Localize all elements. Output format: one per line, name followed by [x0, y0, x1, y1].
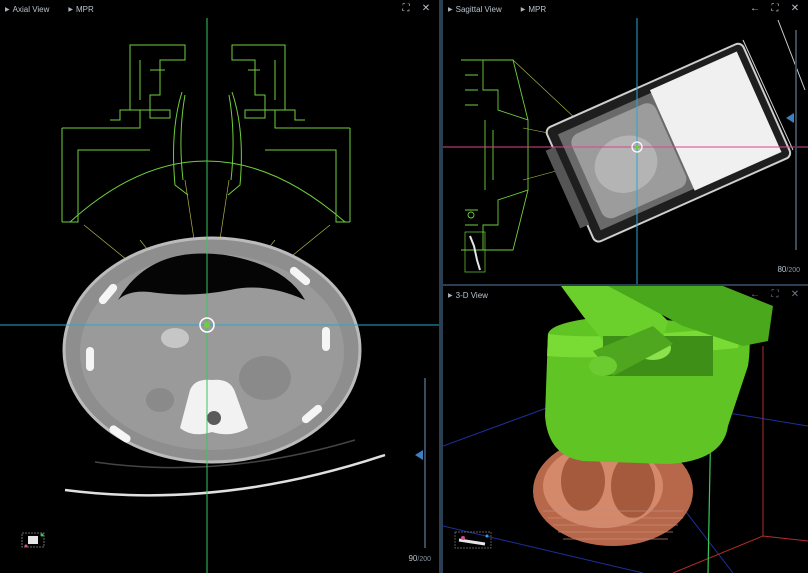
axial-header: ▶ Axial View ▶ MPR ⛶ ✕: [0, 0, 439, 18]
fullscreen-icon[interactable]: ⛶: [399, 4, 413, 14]
axial-slice-counter: 90/200: [408, 554, 431, 563]
sagittal-header: ▶ Sagittal View ▶ MPR ← ⛶ ✕: [443, 0, 808, 18]
sagittal-expand-caret[interactable]: ▶: [448, 6, 453, 13]
sagittal-fullscreen-icon[interactable]: ⛶: [768, 4, 782, 14]
sagittal-mode-label[interactable]: MPR: [528, 5, 546, 14]
axial-slice-total: /200: [417, 556, 431, 563]
sagittal-slice-slider[interactable]: [786, 30, 800, 250]
axial-mode-label[interactable]: MPR: [76, 5, 94, 14]
3d-view-pane[interactable]: ▶ 3-D View ← ⛶ ✕: [443, 286, 808, 573]
3d-expand-caret[interactable]: ▶: [448, 292, 453, 299]
axial-slice-slider[interactable]: [415, 378, 429, 548]
sagittal-mode-caret[interactable]: ▶: [521, 6, 526, 13]
sagittal-image[interactable]: [443, 0, 808, 284]
axial-mode-caret[interactable]: ▶: [68, 6, 73, 13]
3d-back-arrow-icon[interactable]: ←: [748, 290, 762, 300]
axial-expand-caret[interactable]: ▶: [5, 6, 10, 13]
sagittal-close-icon[interactable]: ✕: [788, 4, 802, 14]
sagittal-view-pane[interactable]: ▶ Sagittal View ▶ MPR ← ⛶ ✕ 80/200: [443, 0, 808, 284]
axial-image[interactable]: [0, 0, 439, 573]
3d-render[interactable]: [443, 286, 808, 573]
axial-slider-thumb[interactable]: [415, 450, 423, 460]
sagittal-slice-total: /200: [786, 267, 800, 274]
3d-header: ▶ 3-D View ← ⛶ ✕: [443, 286, 808, 304]
3d-fullscreen-icon[interactable]: ⛶: [768, 290, 782, 300]
close-icon[interactable]: ✕: [419, 4, 433, 14]
sagittal-view-title: Sagittal View: [455, 4, 502, 14]
3d-view-title: 3-D View: [455, 290, 488, 300]
back-arrow-icon[interactable]: ←: [748, 4, 762, 14]
sagittal-slider-thumb[interactable]: [786, 113, 794, 123]
axial-view-pane[interactable]: ▶ Axial View ▶ MPR ⛶ ✕ 90/200: [0, 0, 439, 573]
3d-close-icon[interactable]: ✕: [788, 290, 802, 300]
axial-view-title: Axial View: [12, 4, 50, 14]
sagittal-slice-counter: 80/200: [777, 265, 800, 274]
